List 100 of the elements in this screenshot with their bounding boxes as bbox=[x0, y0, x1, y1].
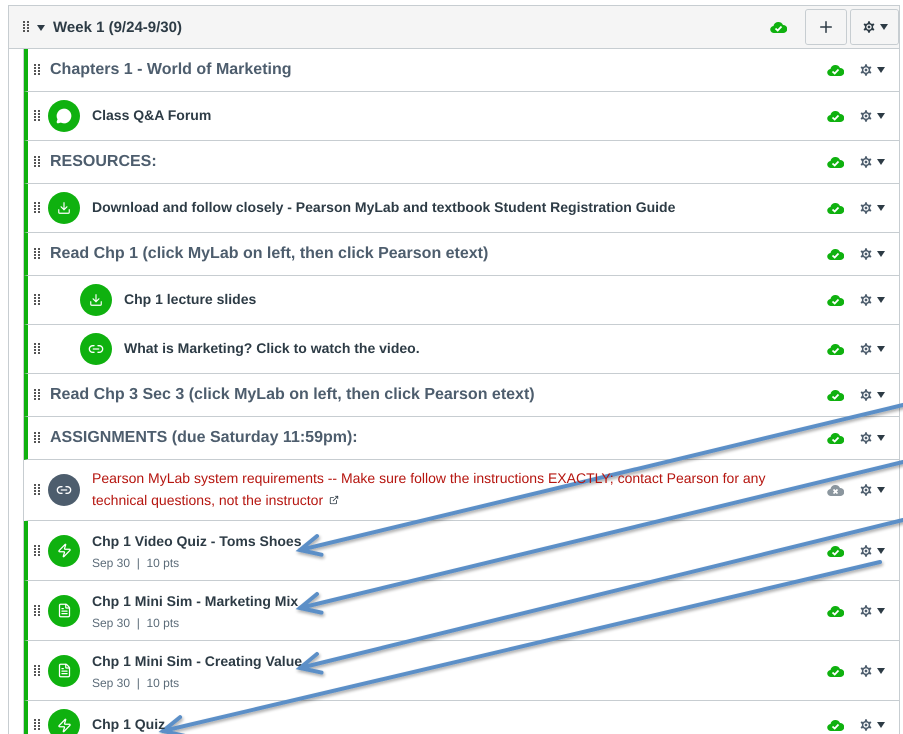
module-item-link[interactable]: Chp 1 Mini Sim - Creating Value bbox=[92, 650, 811, 672]
module-title: Week 1 (9/24-9/30) bbox=[53, 18, 183, 36]
text-header: Chapters 1 - World of Marketing bbox=[50, 61, 293, 79]
module-item-link[interactable]: Download and follow closely - Pearson MyLab and textbook Student Registration Guide bbox=[92, 197, 811, 219]
published-cloud-check-icon[interactable] bbox=[827, 109, 844, 123]
caret-icon bbox=[877, 297, 885, 303]
drag-handle-icon[interactable] bbox=[34, 432, 40, 444]
due-date-points: Sep 30 | 10 pts bbox=[92, 676, 180, 690]
gear-icon bbox=[861, 19, 877, 35]
settings-menu-button[interactable] bbox=[858, 602, 885, 618]
settings-menu-button[interactable] bbox=[858, 387, 885, 403]
cloud-download-icon bbox=[48, 192, 80, 224]
document-icon bbox=[48, 594, 80, 626]
due-date-points: Sep 30 | 10 pts bbox=[92, 556, 180, 570]
settings-menu-button[interactable] bbox=[858, 246, 885, 262]
speech-bubble-icon bbox=[48, 100, 80, 132]
gear-icon bbox=[858, 108, 874, 124]
settings-menu-button[interactable] bbox=[858, 108, 885, 124]
drag-handle-icon[interactable] bbox=[34, 389, 40, 401]
settings-menu-button[interactable] bbox=[850, 9, 899, 45]
collapse-caret-icon bbox=[37, 25, 45, 31]
gear-icon bbox=[858, 542, 874, 558]
text-header: Read Chp 3 Sec 3 (click MyLab on left, then click Pearson etext) bbox=[50, 386, 536, 404]
caret-icon bbox=[877, 722, 885, 728]
caret-icon bbox=[877, 67, 885, 73]
published-cloud-check-icon[interactable] bbox=[827, 718, 844, 732]
gear-icon bbox=[858, 246, 874, 262]
caret-icon bbox=[877, 346, 885, 352]
settings-menu-button[interactable] bbox=[858, 482, 885, 498]
published-cloud-check-icon[interactable] bbox=[770, 20, 787, 34]
published-cloud-check-icon[interactable] bbox=[827, 544, 844, 558]
caret-icon bbox=[877, 487, 885, 493]
drag-handle-icon[interactable] bbox=[34, 604, 40, 616]
published-cloud-check-icon[interactable] bbox=[827, 63, 844, 77]
gear-icon bbox=[858, 200, 874, 216]
published-cloud-check-icon[interactable] bbox=[827, 247, 844, 261]
settings-menu-button[interactable] bbox=[858, 200, 885, 216]
settings-menu-button[interactable] bbox=[858, 542, 885, 558]
gear-icon bbox=[858, 62, 874, 78]
module-item-link[interactable]: Chp 1 Mini Sim - Marketing Mix bbox=[92, 590, 811, 612]
drag-handle-icon[interactable] bbox=[34, 544, 40, 556]
link-icon bbox=[80, 333, 112, 365]
caret-icon bbox=[877, 548, 885, 554]
settings-menu-button[interactable] bbox=[858, 341, 885, 357]
module-item-link[interactable]: Chp 1 lecture slides bbox=[124, 289, 811, 311]
caret-icon bbox=[880, 24, 888, 30]
published-cloud-check-icon[interactable] bbox=[827, 293, 844, 307]
gear-icon bbox=[858, 482, 874, 498]
drag-handle-icon[interactable] bbox=[34, 664, 40, 676]
published-cloud-check-icon[interactable] bbox=[827, 388, 844, 402]
published-cloud-check-icon[interactable] bbox=[827, 664, 844, 678]
settings-menu-button[interactable] bbox=[858, 154, 885, 170]
gear-icon bbox=[858, 154, 874, 170]
published-cloud-check-icon[interactable] bbox=[827, 604, 844, 618]
published-cloud-check-icon[interactable] bbox=[827, 155, 844, 169]
settings-menu-button[interactable] bbox=[858, 430, 885, 446]
settings-menu-button[interactable] bbox=[858, 62, 885, 78]
drag-handle-icon[interactable] bbox=[34, 64, 40, 76]
gear-icon bbox=[858, 662, 874, 678]
published-cloud-check-icon[interactable] bbox=[827, 431, 844, 445]
text-header: Read Chp 1 (click MyLab on left, then click Pearson etext) bbox=[50, 245, 490, 263]
drag-handle-icon[interactable] bbox=[34, 248, 40, 260]
text-header: ASSIGNMENTS (due Saturday 11:59pm): bbox=[50, 429, 359, 447]
published-cloud-check-icon[interactable] bbox=[827, 342, 844, 356]
drag-handle-icon[interactable] bbox=[34, 719, 40, 731]
caret-icon bbox=[877, 392, 885, 398]
drag-handle-icon[interactable] bbox=[34, 294, 40, 306]
module-item-link[interactable]: What is Marketing? Click to watch the video. bbox=[124, 338, 811, 360]
caret-icon bbox=[877, 668, 885, 674]
cloud-download-icon bbox=[80, 284, 112, 316]
gear-icon bbox=[858, 341, 874, 357]
caret-icon bbox=[877, 159, 885, 165]
module-item-link[interactable]: Chp 1 Quiz bbox=[92, 714, 811, 734]
module-item-link[interactable]: Chp 1 Video Quiz - Toms Shoes bbox=[92, 530, 811, 552]
drag-handle-icon[interactable] bbox=[34, 202, 40, 214]
link-icon bbox=[48, 474, 80, 506]
drag-handle-icon[interactable] bbox=[23, 21, 29, 33]
drag-handle-icon[interactable] bbox=[34, 110, 40, 122]
caret-icon bbox=[877, 251, 885, 257]
caret-icon bbox=[877, 608, 885, 614]
gear-icon bbox=[858, 292, 874, 308]
plus-icon bbox=[817, 18, 835, 36]
gear-icon bbox=[858, 430, 874, 446]
due-date-points: Sep 30 | 10 pts bbox=[92, 616, 180, 630]
published-cloud-check-icon[interactable] bbox=[827, 201, 844, 215]
caret-icon bbox=[877, 435, 885, 441]
caret-icon bbox=[877, 205, 885, 211]
drag-handle-icon[interactable] bbox=[34, 484, 40, 496]
settings-menu-button[interactable] bbox=[858, 717, 885, 733]
gear-icon bbox=[858, 387, 874, 403]
settings-menu-button[interactable] bbox=[858, 662, 885, 678]
external-link-icon bbox=[329, 495, 340, 505]
caret-icon bbox=[877, 113, 885, 119]
drag-handle-icon[interactable] bbox=[34, 156, 40, 168]
lightning-icon bbox=[48, 534, 80, 566]
drag-handle-icon[interactable] bbox=[34, 343, 40, 355]
unpublished-cloud-icon[interactable] bbox=[827, 483, 844, 497]
text-header: RESOURCES: bbox=[50, 153, 158, 171]
module-item-link[interactable]: Class Q&A Forum bbox=[92, 105, 811, 127]
settings-menu-button[interactable] bbox=[858, 292, 885, 308]
